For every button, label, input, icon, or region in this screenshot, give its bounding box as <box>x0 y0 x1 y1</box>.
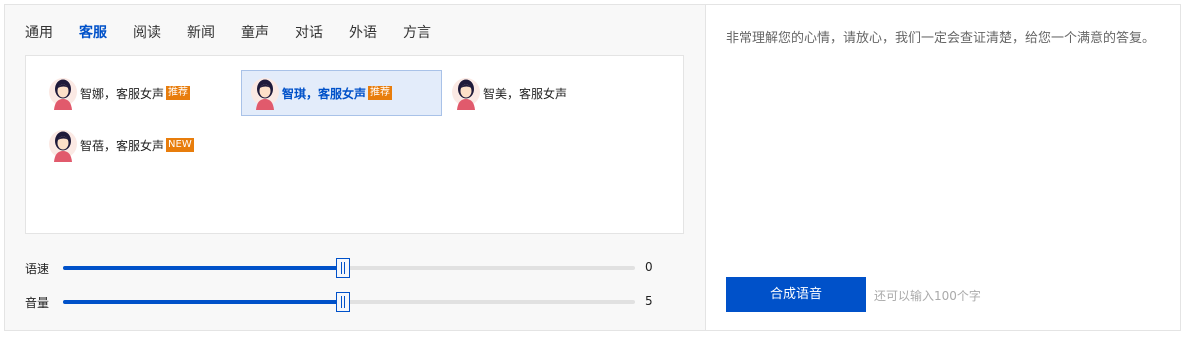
speed-slider-fill <box>63 266 344 270</box>
voice-option-zhina[interactable]: 智娜，客服女声 推荐 <box>40 70 241 116</box>
tab-dialogue[interactable]: 对话 <box>295 19 323 55</box>
new-badge: NEW <box>166 138 194 152</box>
speed-value: 0 <box>645 260 653 274</box>
voice-name: 智琪，客服女声 <box>282 86 367 101</box>
tab-dialect[interactable]: 方言 <box>403 19 431 55</box>
speed-label: 语速 <box>25 262 50 276</box>
remaining-chars-hint: 还可以输入100个字 <box>874 289 981 303</box>
female-avatar-icon <box>452 78 480 110</box>
recommended-badge: 推荐 <box>166 86 191 100</box>
voice-option-zhiqi[interactable]: 智琪，客服女声 推荐 <box>241 70 442 116</box>
voice-settings-panel: 通用 客服 阅读 新闻 童声 对话 外语 方言 智娜，客服女声 推荐 智琪，客服… <box>5 5 705 330</box>
tab-foreign-language[interactable]: 外语 <box>349 19 377 55</box>
recommended-badge: 推荐 <box>368 86 393 100</box>
tab-general[interactable]: 通用 <box>25 19 53 55</box>
tab-child-voice[interactable]: 童声 <box>241 19 269 55</box>
speed-slider-row: 语速 0 <box>25 258 665 278</box>
voice-name: 智美，客服女声 <box>483 86 568 101</box>
speed-slider-track[interactable] <box>63 258 635 278</box>
volume-slider-fill <box>63 300 344 304</box>
voice-option-zhibei[interactable]: 智蓓，客服女声 NEW <box>40 122 241 168</box>
speed-slider-handle[interactable] <box>336 258 351 278</box>
volume-slider-track[interactable] <box>63 292 635 312</box>
volume-label: 音量 <box>25 296 50 310</box>
text-input-panel: 非常理解您的心情，请放心，我们一定会查证清楚，给您一个满意的答复。 合成语音 还… <box>705 5 1180 330</box>
volume-value: 5 <box>645 294 653 308</box>
synthesize-button[interactable]: 合成语音 <box>726 277 866 312</box>
voice-list: 智娜，客服女声 推荐 智琪，客服女声 推荐 智美，客服女声 智蓓，客服女声 NE… <box>25 55 684 234</box>
tab-news[interactable]: 新闻 <box>187 19 215 55</box>
female-avatar-icon <box>49 130 77 162</box>
voice-category-tabs: 通用 客服 阅读 新闻 童声 对话 外语 方言 <box>25 19 457 64</box>
synthesis-text-area[interactable]: 非常理解您的心情，请放心，我们一定会查证清楚，给您一个满意的答复。 <box>726 27 1166 51</box>
voice-name: 智蓓，客服女声 <box>80 138 165 153</box>
tab-reading[interactable]: 阅读 <box>133 19 161 55</box>
female-avatar-icon <box>251 78 279 110</box>
tts-demo-frame: 通用 客服 阅读 新闻 童声 对话 外语 方言 智娜，客服女声 推荐 智琪，客服… <box>4 4 1181 331</box>
volume-slider-row: 音量 5 <box>25 292 665 312</box>
tab-customer-service[interactable]: 客服 <box>79 19 107 64</box>
volume-slider-handle[interactable] <box>336 292 351 312</box>
voice-name: 智娜，客服女声 <box>80 86 165 101</box>
voice-option-zhimei[interactable]: 智美，客服女声 <box>443 70 644 116</box>
female-avatar-icon <box>49 78 77 110</box>
